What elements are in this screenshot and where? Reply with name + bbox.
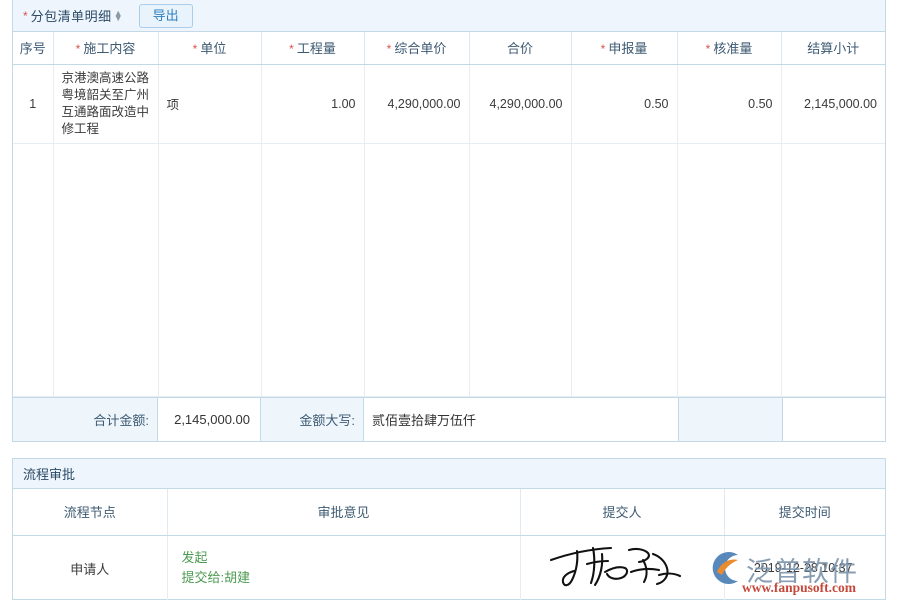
totals-blank-cell-2 [783,398,885,441]
column-header-quantity[interactable]: *工程量 [261,32,364,64]
flow-submitter [520,535,724,600]
cell-approved-qty[interactable]: 0.50 [677,64,781,143]
flow-row: 申请人 发起 提交给:胡建 [13,535,885,600]
flow-opinion-line-2: 提交给:胡建 [182,568,519,588]
table-empty-area[interactable] [13,143,885,396]
panel-title: 分包清单明细 [31,6,112,25]
column-label: 综合单价 [394,41,446,56]
sort-descending-icon[interactable]: ▼ [114,16,123,21]
column-label: 单位 [200,41,226,56]
empty-cell [261,143,364,396]
table-row[interactable]: 1 京港澳高速公路粤境韶关至广州互通路面改造中修工程 项 1.00 4,290,… [13,64,885,143]
column-label: 工程量 [297,41,336,56]
handwritten-signature-icon [547,542,697,594]
empty-cell [677,143,781,396]
column-label: 施工内容 [83,41,135,56]
required-asterisk-icon: * [387,42,392,56]
column-header-settlement-subtotal[interactable]: 结算小计 [781,32,885,64]
flow-column-time: 提交时间 [724,489,885,535]
empty-cell [158,143,261,396]
panel-header: * 分包清单明细 ▲ ▼ 导出 [13,0,885,32]
column-header-approved-qty[interactable]: *核准量 [677,32,781,64]
cell-unit-price[interactable]: 4,290,000.00 [364,64,469,143]
cell-unit[interactable]: 项 [158,64,261,143]
flow-opinion: 发起 提交给:胡建 [167,535,520,600]
total-amount-label: 合计金额: [13,398,158,441]
table-header-row: 序号 *施工内容 *单位 *工程量 *综合单价 合价 *申报量 *核准量 结算小… [13,32,885,64]
required-asterisk-icon: * [76,42,81,56]
column-header-index[interactable]: 序号 [13,32,53,64]
column-header-declared-qty[interactable]: *申报量 [571,32,677,64]
approval-flow-table: 流程节点 审批意见 提交人 提交时间 申请人 发起 提交给:胡建 [13,489,885,600]
required-asterisk-icon: * [706,42,711,56]
empty-cell [469,143,571,396]
flow-column-node: 流程节点 [13,489,167,535]
cell-settlement-subtotal: 2,145,000.00 [781,64,885,143]
export-button[interactable]: 导出 [139,4,193,28]
cell-index: 1 [13,64,53,143]
column-label: 结算小计 [807,41,859,56]
total-amount-value: 2,145,000.00 [158,398,261,441]
flow-column-opinion: 审批意见 [167,489,520,535]
required-asterisk-icon: * [193,42,198,56]
signature-image [522,542,723,594]
flow-submit-time: 2019-12-28 10:37 [724,535,885,600]
empty-cell [364,143,469,396]
column-label: 合价 [507,41,533,56]
column-header-total-price[interactable]: 合价 [469,32,571,64]
subcontract-detail-table: 序号 *施工内容 *单位 *工程量 *综合单价 合价 *申报量 *核准量 结算小… [13,32,885,397]
flow-header-row: 流程节点 审批意见 提交人 提交时间 [13,489,885,535]
empty-cell [13,143,53,396]
required-asterisk-icon: * [289,42,294,56]
cell-total-price: 4,290,000.00 [469,64,571,143]
approval-flow-panel: 流程审批 流程节点 审批意见 提交人 提交时间 申请人 [12,458,886,600]
column-header-unit-price[interactable]: *综合单价 [364,32,469,64]
cell-content[interactable]: 京港澳高速公路粤境韶关至广州互通路面改造中修工程 [53,64,158,143]
flow-column-submitter: 提交人 [520,489,724,535]
column-label: 序号 [20,41,46,56]
screen: * 分包清单明细 ▲ ▼ 导出 序号 [0,0,900,600]
empty-cell [571,143,677,396]
flow-opinion-line-1: 发起 [182,548,519,568]
totals-row: 合计金额: 2,145,000.00 金额大写: 贰佰壹拾肆万伍仟 [13,397,885,441]
flow-node-name: 申请人 [13,535,167,600]
capital-amount-label: 金额大写: [261,398,364,441]
column-label: 申报量 [608,41,647,56]
cell-declared-qty[interactable]: 0.50 [571,64,677,143]
column-header-content[interactable]: *施工内容 [53,32,158,64]
totals-blank-cell [679,398,783,441]
required-asterisk-icon: * [601,42,606,56]
empty-cell [53,143,158,396]
capital-amount-value: 贰佰壹拾肆万伍仟 [364,398,679,441]
subcontract-detail-panel: * 分包清单明细 ▲ ▼ 导出 序号 [12,0,886,442]
empty-cell [781,143,885,396]
column-label: 核准量 [713,41,752,56]
required-asterisk-icon: * [23,10,28,22]
cell-quantity[interactable]: 1.00 [261,64,364,143]
sort-toggle-icon[interactable]: ▲ ▼ [114,11,123,21]
approval-flow-title: 流程审批 [13,459,885,489]
column-header-unit[interactable]: *单位 [158,32,261,64]
